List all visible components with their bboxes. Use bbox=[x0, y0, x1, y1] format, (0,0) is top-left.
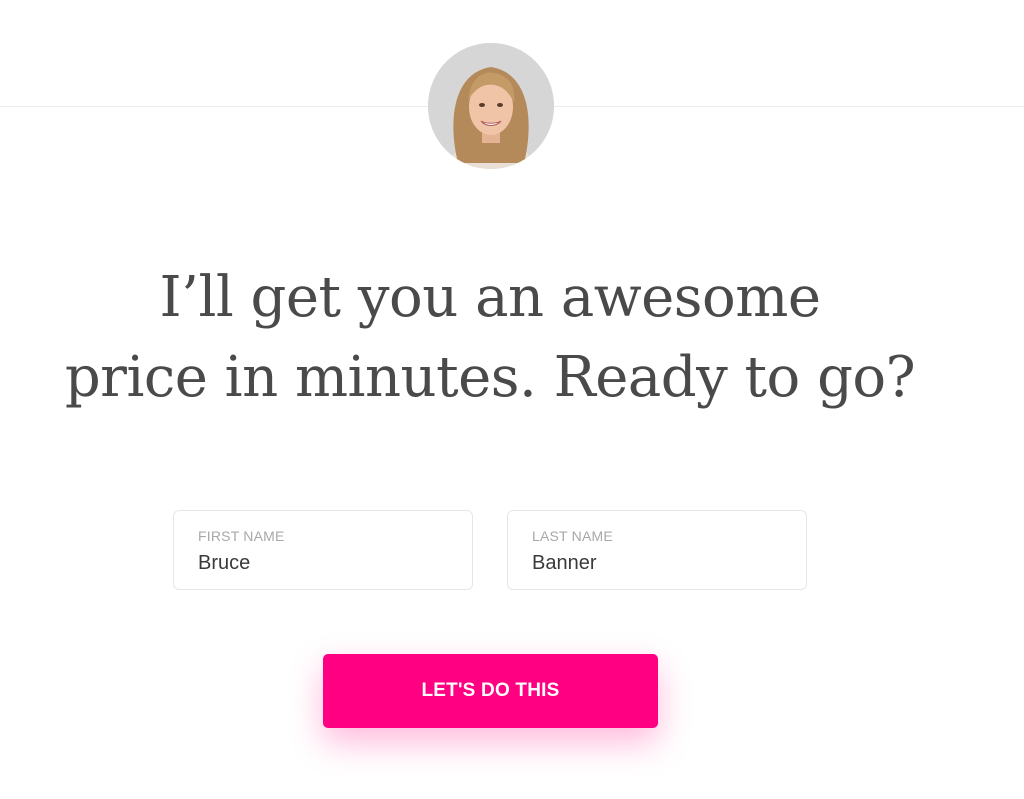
agent-avatar-photo-icon bbox=[428, 43, 554, 169]
last-name-label: LAST NAME bbox=[532, 528, 613, 544]
headline-line-1: I’ll get you an awesome bbox=[159, 265, 821, 330]
page: I’ll get you an awesome price in minutes.… bbox=[0, 0, 1024, 799]
agent-avatar bbox=[428, 43, 554, 169]
page-headline: I’ll get you an awesome price in minutes.… bbox=[20, 258, 960, 418]
lets-do-this-button[interactable]: LET'S DO THIS bbox=[323, 654, 658, 728]
last-name-field[interactable]: LAST NAME bbox=[507, 510, 807, 590]
first-name-input[interactable] bbox=[198, 550, 448, 576]
headline-line-2: price in minutes. Ready to go? bbox=[64, 345, 916, 410]
first-name-field[interactable]: FIRST NAME bbox=[173, 510, 473, 590]
first-name-label: FIRST NAME bbox=[198, 528, 285, 544]
last-name-input[interactable] bbox=[532, 550, 782, 576]
